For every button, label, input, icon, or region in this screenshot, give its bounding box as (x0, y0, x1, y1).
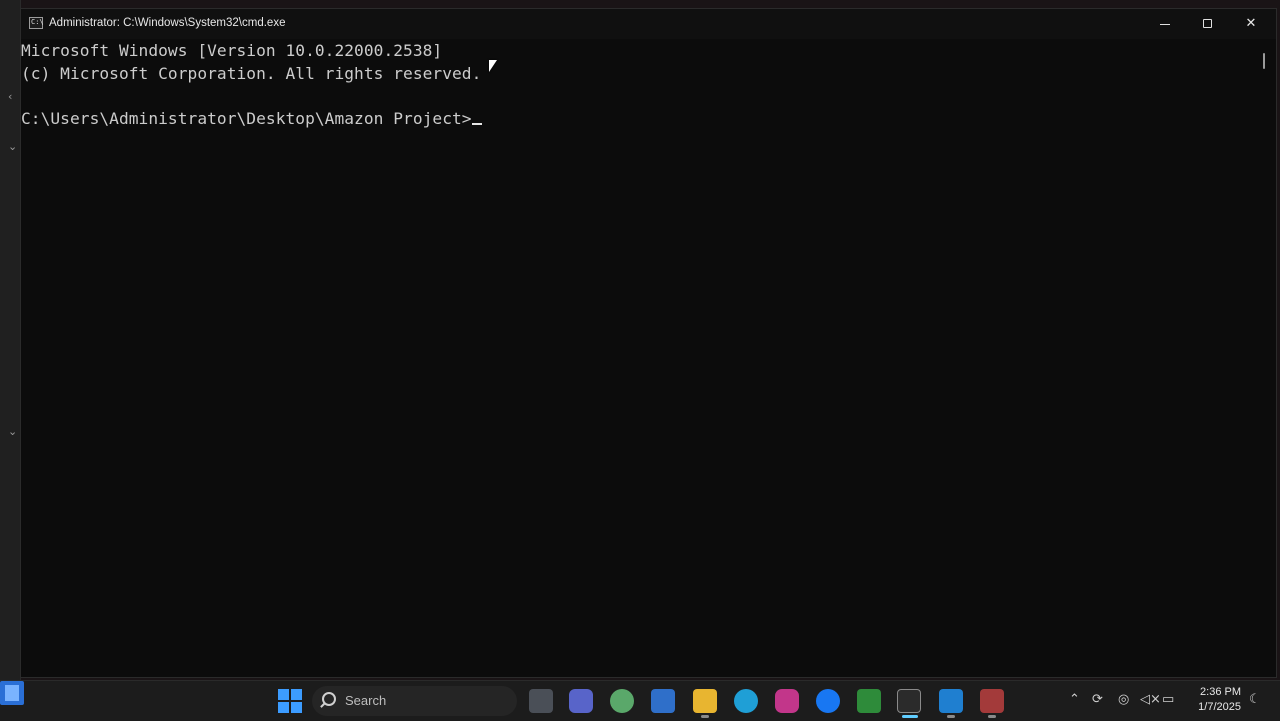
scrollbar-thumb[interactable] (1263, 53, 1265, 69)
windows-logo-icon (278, 689, 302, 713)
running-indicator (947, 715, 955, 718)
tool-app-icon[interactable] (980, 689, 1004, 713)
volume-muted-icon[interactable]: ◁× (1140, 692, 1161, 707)
close-button[interactable]: ✕ (1228, 9, 1274, 39)
chevron-down-icon: ⌄ (8, 425, 18, 438)
system-clock[interactable]: 2:36 PM 1/7/2025 (1191, 685, 1241, 715)
task-view-icon[interactable] (529, 689, 553, 713)
notifications-icon[interactable]: ☾ (1249, 692, 1261, 707)
vertical-scrollbar[interactable] (1259, 39, 1275, 675)
running-indicator (988, 715, 996, 718)
minimize-icon (1160, 24, 1170, 25)
terminal-output[interactable]: Microsoft Windows [Version 10.0.22000.25… (21, 39, 1257, 675)
chevron-down-icon: ⌄ (8, 140, 18, 153)
version-line: Microsoft Windows [Version 10.0.22000.25… (21, 41, 443, 60)
vscode-icon[interactable] (939, 689, 963, 713)
background-window-edge: ‹ ⌄ ⌄ (0, 0, 21, 680)
store-icon[interactable] (651, 689, 675, 713)
clock-time: 2:36 PM (1200, 686, 1241, 698)
clock-date: 1/7/2025 (1198, 701, 1241, 713)
search-placeholder: Search (345, 693, 387, 708)
copyright-line: (c) Microsoft Corporation. All rights re… (21, 64, 482, 83)
title-bar[interactable]: C:\ Administrator: C:\Windows\System32\c… (21, 9, 1276, 39)
chat-app-icon[interactable] (569, 689, 593, 713)
show-hidden-icons-icon[interactable]: ⌃ (1069, 692, 1080, 707)
facebook-icon[interactable] (816, 689, 840, 713)
mouse-pointer-icon (489, 60, 497, 72)
command-prompt-window[interactable]: C:\ Administrator: C:\Windows\System32\c… (20, 8, 1277, 678)
pinned-app-icon[interactable] (0, 681, 24, 705)
instagram-icon[interactable] (775, 689, 799, 713)
taskbar: Search ⌃ ⟳ ◎ ◁× ▭ 2:36 PM 1/7/2025 ☾ (0, 680, 1280, 721)
network-icon[interactable]: ◎ (1118, 692, 1129, 707)
edge-icon[interactable] (734, 689, 758, 713)
window-title: Administrator: C:\Windows\System32\cmd.e… (49, 17, 286, 29)
battery-icon[interactable]: ▭ (1162, 692, 1174, 707)
running-indicator (701, 715, 709, 718)
taskbar-search-box[interactable]: Search (312, 686, 517, 716)
browser-icon[interactable] (610, 689, 634, 713)
cmd-icon: C:\ (29, 17, 44, 29)
start-button[interactable] (276, 687, 304, 715)
maximize-button[interactable] (1185, 9, 1231, 39)
sheet-app-icon[interactable] (857, 689, 881, 713)
text-cursor (471, 123, 482, 125)
active-indicator (902, 715, 918, 718)
file-explorer-icon[interactable] (693, 689, 717, 713)
maximize-icon (1203, 19, 1212, 28)
command-prompt-line[interactable]: C:\Users\Administrator\Desktop\Amazon Pr… (21, 109, 482, 128)
terminal-app-icon[interactable] (897, 689, 921, 713)
close-icon: ✕ (1245, 16, 1257, 31)
prompt-path: C:\Users\Administrator\Desktop\Amazon Pr… (21, 109, 472, 128)
back-arrow-icon: ‹ (8, 90, 13, 103)
sync-icon[interactable]: ⟳ (1092, 692, 1103, 707)
minimize-button[interactable] (1142, 9, 1188, 39)
